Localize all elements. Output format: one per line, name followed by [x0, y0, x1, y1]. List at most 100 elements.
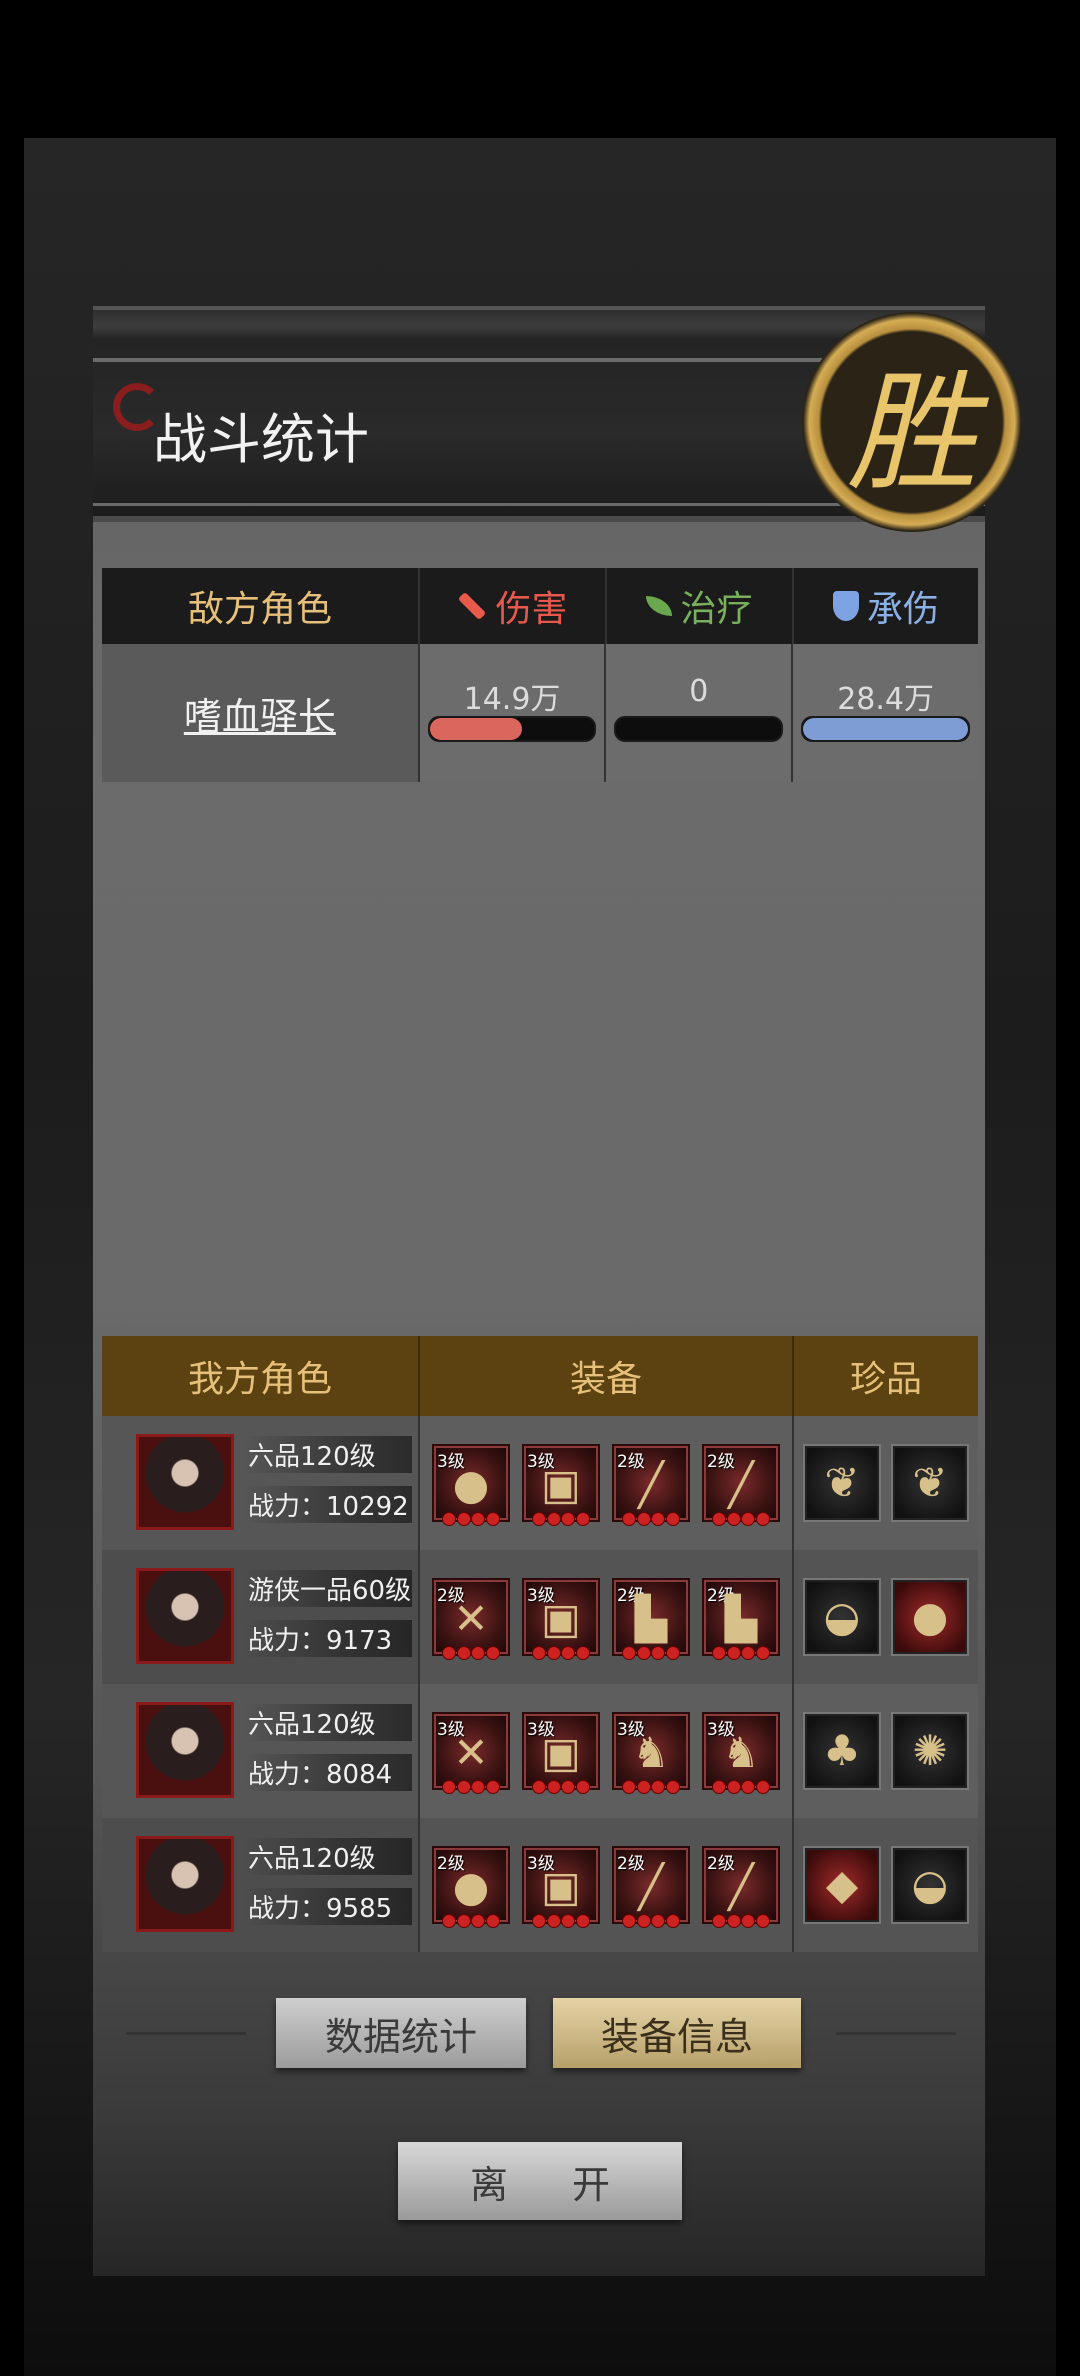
- damage-bar-fill: [429, 718, 522, 740]
- ally-rank: 六品120级: [244, 1838, 412, 1875]
- spear-icon: ╱: [638, 1862, 664, 1911]
- avatar[interactable]: [136, 1434, 234, 1530]
- treasure-slot[interactable]: ◆: [803, 1846, 881, 1924]
- armor-icon: ▣: [541, 1594, 581, 1643]
- ally-info: 游侠一品60级 战力：9173: [102, 1550, 418, 1684]
- data-stats-button[interactable]: 数据统计: [276, 1998, 526, 2068]
- star-dots: [532, 1512, 590, 1526]
- equip-info-button[interactable]: 装备信息: [553, 1998, 801, 2068]
- gourd-icon: ●: [452, 1460, 490, 1509]
- ally-row: 游侠一品60级 战力：9173 2级 ✕ 3级 ▣ 2级 ▙ 2级 ▙ ◒ ●: [102, 1550, 978, 1684]
- star-dots: [532, 1914, 590, 1928]
- star-dots: [532, 1780, 590, 1794]
- treasure-slot[interactable]: ◒: [803, 1578, 881, 1656]
- enemy-name-cell: 嗜血驿长: [102, 644, 418, 782]
- treasure-header: 珍品: [792, 1336, 978, 1416]
- victory-seal: 胜: [802, 312, 1022, 532]
- ally-info: 六品120级 战力：9585: [102, 1818, 418, 1952]
- feather-icon: ❦: [824, 1458, 860, 1507]
- tank-value: 28.4万: [837, 682, 934, 717]
- equipment-slot[interactable]: 3级 ▣: [522, 1712, 600, 1794]
- treasure-slot[interactable]: ❦: [803, 1444, 881, 1522]
- divider-line: [836, 2032, 956, 2035]
- treasure-cell: ◒ ●: [792, 1550, 978, 1684]
- armor-icon: ▣: [541, 1728, 581, 1777]
- crossbow-icon: ✕: [453, 1728, 489, 1777]
- divider-line: [126, 2032, 246, 2035]
- equipment-slot[interactable]: 3级 ▣: [522, 1578, 600, 1660]
- ally-rank: 六品120级: [244, 1436, 412, 1473]
- treasure-cell: ◆ ◒: [792, 1818, 978, 1952]
- treasure-slot[interactable]: ●: [891, 1578, 969, 1656]
- ally-power: 战力：8084: [244, 1754, 412, 1791]
- star-dots: [442, 1780, 500, 1794]
- star-dots: [622, 1914, 680, 1928]
- enemy-row: 嗜血驿长 14.9万 0 28.4万: [102, 644, 978, 782]
- ally-row: 六品120级 战力：10292 3级 ● 3级 ▣ 2级 ╱ 2级 ╱ ❦ ❦: [102, 1416, 978, 1550]
- gourd-icon: ●: [452, 1862, 490, 1911]
- ally-rank: 游侠一品60级: [244, 1570, 412, 1607]
- equipment-cell: 3级 ✕ 3级 ▣ 3级 ♞ 3级 ♞: [418, 1684, 792, 1818]
- damage-value: 14.9万: [463, 682, 561, 717]
- tank-header[interactable]: 承伤: [792, 568, 978, 644]
- spear-icon: ╱: [728, 1460, 754, 1509]
- feather-icon: ❦: [912, 1458, 948, 1507]
- treasure-slot[interactable]: ✺: [891, 1712, 969, 1790]
- star-dots: [712, 1646, 770, 1660]
- equipment-slot[interactable]: 2级 ▙: [612, 1578, 690, 1660]
- sword-icon: [458, 591, 487, 621]
- avatar[interactable]: [136, 1702, 234, 1798]
- ally-info: 六品120级 战力：8084: [102, 1684, 418, 1818]
- avatar[interactable]: [136, 1568, 234, 1664]
- equipment-slot[interactable]: 3级 ♞: [612, 1712, 690, 1794]
- tank-stat: 28.4万: [791, 644, 978, 782]
- boots-icon: ▙: [724, 1594, 758, 1643]
- tank-bar: [801, 716, 970, 742]
- treasure-slot[interactable]: ♣: [803, 1712, 881, 1790]
- shell-icon: ◒: [823, 1592, 861, 1641]
- heal-stat: 0: [604, 644, 791, 782]
- ally-power: 战力：9173: [244, 1620, 412, 1657]
- equipment-slot[interactable]: 2级 ●: [432, 1846, 510, 1928]
- heal-bar: [614, 716, 784, 742]
- equipment-cell: 3级 ● 3级 ▣ 2级 ╱ 2级 ╱: [418, 1416, 792, 1550]
- heal-header[interactable]: 治疗: [605, 568, 792, 644]
- equipment-slot[interactable]: 3级 ●: [432, 1444, 510, 1526]
- equipment-slot[interactable]: 2级 ╱: [702, 1444, 780, 1526]
- treasure-slot[interactable]: ❦: [891, 1444, 969, 1522]
- heal-value: 0: [689, 674, 709, 709]
- bird-icon: ◆: [825, 1860, 859, 1909]
- equipment-slot[interactable]: 3级 ▣: [522, 1444, 600, 1526]
- horse-icon: ♞: [632, 1728, 670, 1777]
- equipment-header: 装备: [418, 1336, 792, 1416]
- equipment-slot[interactable]: 3级 ✕: [432, 1712, 510, 1794]
- star-dots: [532, 1646, 590, 1660]
- equipment-slot[interactable]: 2级 ╱: [702, 1846, 780, 1928]
- ally-table-header: 我方角色 装备 珍品: [102, 1336, 978, 1416]
- star-dots: [712, 1914, 770, 1928]
- leaf-icon: [646, 596, 673, 616]
- shell-icon: ◒: [911, 1860, 949, 1909]
- equipment-slot[interactable]: 2级 ╱: [612, 1846, 690, 1928]
- damage-header[interactable]: 伤害: [418, 568, 605, 644]
- page-title: 战斗统计: [153, 408, 369, 471]
- damage-stat: 14.9万: [417, 644, 605, 782]
- equipment-slot[interactable]: 2级 ╱: [612, 1444, 690, 1526]
- ally-info: 六品120级 战力：10292: [102, 1416, 418, 1550]
- equipment-slot[interactable]: 2级 ✕: [432, 1578, 510, 1660]
- horse-icon: ♞: [722, 1728, 760, 1777]
- ally-power: 战力：9585: [244, 1888, 412, 1925]
- mushroom-icon: ♣: [823, 1726, 861, 1775]
- treasure-slot[interactable]: ◒: [891, 1846, 969, 1924]
- fruit-icon: ●: [911, 1592, 949, 1641]
- enemy-name-link[interactable]: 嗜血驿长: [184, 686, 336, 741]
- heal-header-label: 治疗: [680, 589, 753, 630]
- equipment-slot[interactable]: 2级 ▙: [702, 1578, 780, 1660]
- equipment-slot[interactable]: 3级 ♞: [702, 1712, 780, 1794]
- leave-button[interactable]: 离 开: [398, 2142, 682, 2220]
- boots-icon: ▙: [634, 1594, 668, 1643]
- ally-row: 六品120级 战力：8084 3级 ✕ 3级 ▣ 3级 ♞ 3级 ♞ ♣ ✺: [102, 1684, 978, 1818]
- star-dots: [442, 1512, 500, 1526]
- avatar[interactable]: [136, 1836, 234, 1932]
- equipment-slot[interactable]: 3级 ▣: [522, 1846, 600, 1928]
